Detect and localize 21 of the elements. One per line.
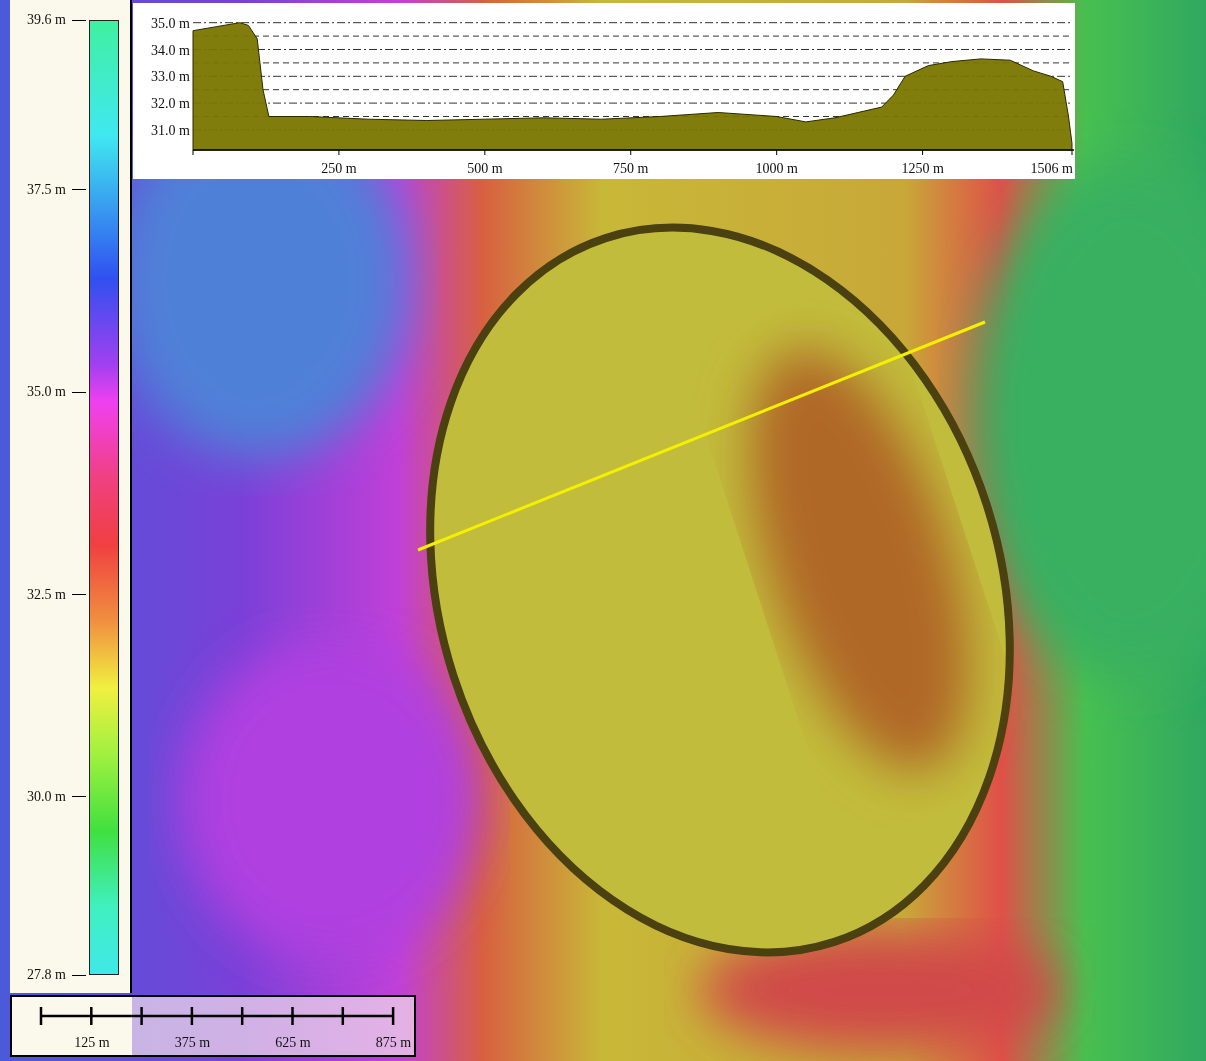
scale-label: 375 m <box>173 1035 212 1051</box>
legend-label: 35.0 m <box>26 384 66 401</box>
axis-label: 500 m <box>467 161 503 176</box>
axis-label: 35.0 m <box>151 15 190 31</box>
legend-label: 30.0 m <box>26 788 66 805</box>
axis-label: 31.0 m <box>151 122 190 138</box>
axis-label: 1250 m <box>901 161 944 176</box>
axis-label: 750 m <box>613 161 649 176</box>
axis-label: 250 m <box>321 161 357 176</box>
axis-label: 1506 m <box>1030 161 1073 176</box>
legend-label: 32.5 m <box>26 586 66 603</box>
legend-label: 27.8 m <box>26 967 66 983</box>
axis-label: 32.0 m <box>151 96 190 112</box>
legend-label: 37.5 m <box>26 181 66 198</box>
scale-label: 125 m <box>73 1035 111 1051</box>
scale-label: 625 m <box>274 1035 312 1051</box>
axis-label: 33.0 m <box>151 69 190 85</box>
legend-label: 39.6 m <box>26 12 66 28</box>
axis-label: 34.0 m <box>151 42 190 58</box>
scale-label: 875 m <box>374 1035 413 1051</box>
axis-label: 1000 m <box>755 161 798 176</box>
